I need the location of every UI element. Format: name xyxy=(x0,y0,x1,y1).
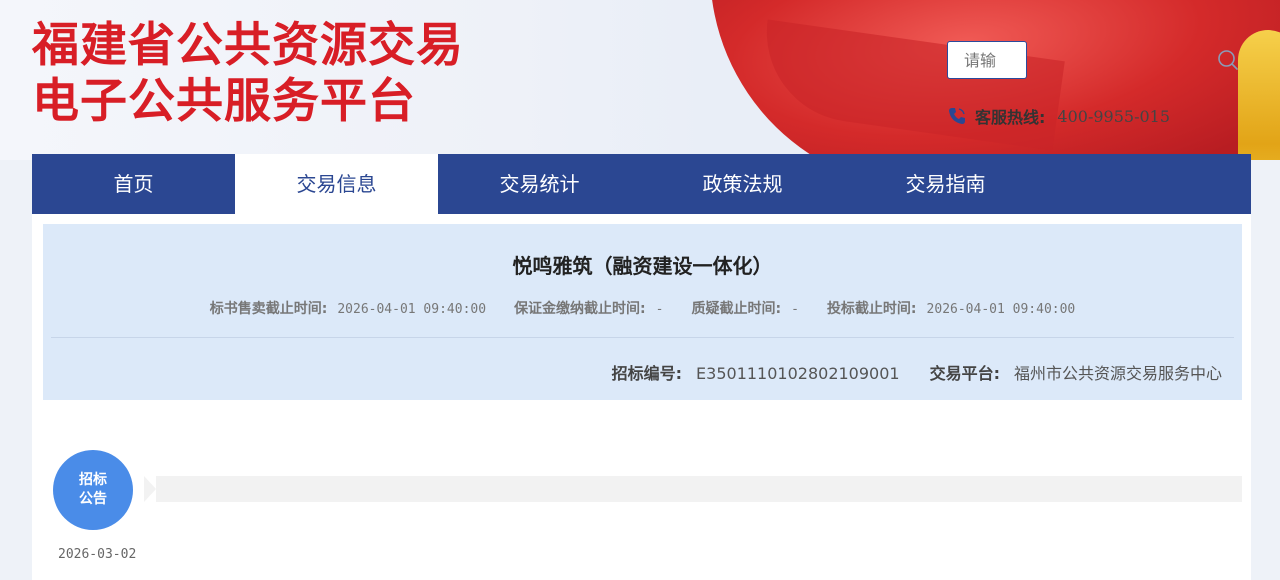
nav-item-trade-stats[interactable]: 交易统计 xyxy=(438,154,641,214)
deadline-query: 质疑截止时间: - xyxy=(691,301,799,317)
main-nav: 首页 交易信息 交易统计 政策法规 交易指南 xyxy=(32,154,1251,214)
hotline-label: 客服热线: xyxy=(975,108,1046,127)
deadline-row: 标书售卖截止时间: 2026-04-01 09:40:00 保证金缴纳截止时间: -… xyxy=(43,298,1242,318)
stage-label-line2: 公告 xyxy=(79,491,107,507)
main-content: 悦鸣雅筑（融资建设一体化） 标书售卖截止时间: 2026-04-01 09:40:… xyxy=(32,214,1251,580)
nav-item-guide[interactable]: 交易指南 xyxy=(844,154,1047,214)
site-logo[interactable]: 福建省公共资源交易 电子公共服务平台 xyxy=(32,18,464,130)
hotline: 客服热线: 400-9955-015 xyxy=(947,104,1170,128)
search-input[interactable] xyxy=(947,41,1027,79)
card-divider xyxy=(51,337,1234,338)
project-info-card: 悦鸣雅筑（融资建设一体化） 标书售卖截止时间: 2026-04-01 09:40:… xyxy=(43,224,1242,400)
timeline-arrow xyxy=(144,476,156,502)
project-title: 悦鸣雅筑（融资建设一体化） xyxy=(512,254,773,278)
search-icon[interactable] xyxy=(1217,49,1239,71)
site-header: 福建省公共资源交易 电子公共服务平台 客服热线: 400-9955-015 xyxy=(0,0,1280,160)
bid-number: 招标编号: E3501110102802109001 xyxy=(611,364,900,383)
hotline-number[interactable]: 400-9955-015 xyxy=(1057,107,1170,126)
phone-icon xyxy=(949,108,965,124)
project-meta: 招标编号: E3501110102802109001 交易平台: 福州市公共资源交易… xyxy=(612,360,1222,384)
timeline-date: 2026-03-02 xyxy=(58,547,137,562)
nav-item-trade-info[interactable]: 交易信息 xyxy=(235,154,438,214)
stage-label-line1: 招标 xyxy=(79,472,107,488)
logo-line2: 电子公共服务平台 xyxy=(32,74,416,129)
gold-ornament-decoration xyxy=(1238,30,1280,160)
timeline-bar xyxy=(156,476,1242,502)
deadline-deposit: 保证金缴纳截止时间: - xyxy=(514,301,664,317)
trade-platform: 交易平台: 福州市公共资源交易服务中心 xyxy=(929,364,1222,383)
deadline-doc-sale: 标书售卖截止时间: 2026-04-01 09:40:00 xyxy=(209,301,487,317)
nav-item-home[interactable]: 首页 xyxy=(32,154,235,214)
logo-line1: 福建省公共资源交易 xyxy=(32,18,464,73)
timeline-stage-bid-notice[interactable]: 招标 公告 xyxy=(53,450,133,530)
deadline-bid: 投标截止时间: 2026-04-01 09:40:00 xyxy=(826,301,1076,317)
nav-item-policy[interactable]: 政策法规 xyxy=(641,154,844,214)
